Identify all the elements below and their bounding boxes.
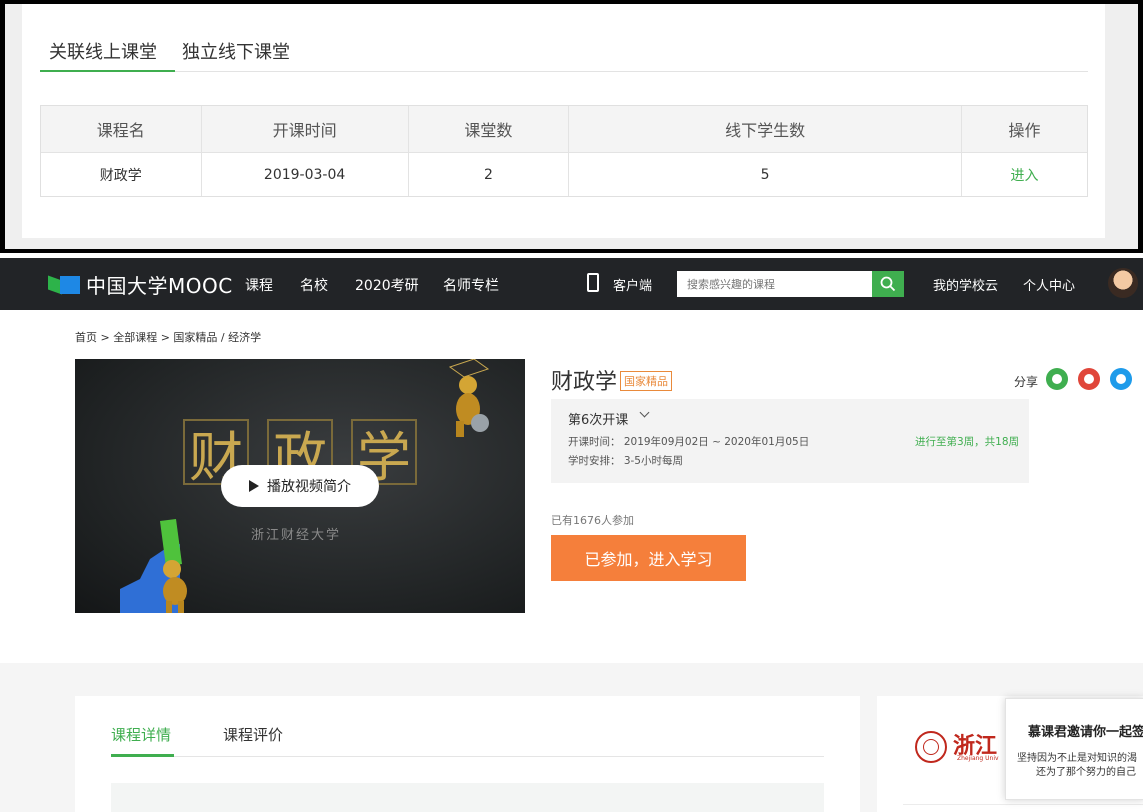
active-tab-indicator <box>40 70 175 72</box>
tab-divider <box>175 71 1088 72</box>
video-subtitle: 浙江财经大学 <box>251 528 342 543</box>
weibo-icon[interactable] <box>1078 368 1100 390</box>
course-detail-card: 课程详情 课程评价 <box>75 696 860 812</box>
term-start-time: 开课时间： 2019年09月02日 ~ 2020年01月05日 <box>568 436 810 448</box>
top-navbar: 中国大学MOOC 课程 名校 2020考研 名师专栏 客户端 我的学校云 个人中… <box>0 258 1143 310</box>
site-logo[interactable]: 中国大学MOOC <box>48 270 233 299</box>
term-progress: 进行至第3周，共18周 <box>914 436 1019 448</box>
invite-popup[interactable]: 慕课君邀请你一起签 坚持因为不止是对知识的渴 还为了那个努力的自己 <box>1005 698 1143 800</box>
invite-text: 还为了那个努力的自己 <box>1036 767 1136 778</box>
search-icon <box>880 276 896 292</box>
chart-figure-icon <box>120 519 187 613</box>
intro-video[interactable]: 财 政 学 浙江财经大学 播放视频简介 <box>75 359 525 613</box>
active-tab-indicator <box>111 754 174 757</box>
term-study-hours: 学时安排： 3-5小时每周 <box>568 455 683 467</box>
play-video-button[interactable]: 播放视频简介 <box>221 465 379 507</box>
nav-courses[interactable]: 课程 <box>245 275 273 295</box>
divider <box>903 804 1143 805</box>
tab-course-reviews[interactable]: 课程评价 <box>223 724 283 745</box>
header-action: 操作 <box>1008 121 1041 140</box>
detail-content <box>111 783 824 812</box>
enter-link[interactable]: 进入 <box>1011 165 1039 185</box>
chevron-down-icon[interactable] <box>639 407 650 418</box>
panel-background: 关联线上课堂 独立线下课堂 课程名 开课时间 课堂数 线下学生数 操作 财政学 … <box>5 4 1138 249</box>
search-button[interactable] <box>872 271 904 297</box>
tab-course-details[interactable]: 课程详情 <box>111 724 171 745</box>
search-input[interactable] <box>677 271 872 297</box>
invite-title: 慕课君邀请你一起签 <box>1028 725 1143 740</box>
course-table: 课程名 开课时间 课堂数 线下学生数 操作 财政学 2019-03-04 2 5… <box>40 105 1088 197</box>
course-hero: 首页 > 全部课程 > 国家精品 / 经济学 财 政 学 浙江财经大学 播放视频… <box>0 310 1143 663</box>
cell-course-name: 财政学 <box>41 153 202 196</box>
header-course-name: 课程名 <box>41 106 202 152</box>
graduate-figure-icon <box>448 359 490 437</box>
enrollment-count: 已有1676人参加 <box>551 514 634 527</box>
nav-personal-center[interactable]: 个人中心 <box>1023 275 1075 294</box>
school-english-name: Zhejiang Univ <box>957 755 999 762</box>
play-video-label: 播放视频简介 <box>267 479 351 495</box>
avatar[interactable] <box>1108 268 1138 298</box>
mooc-course-page: 中国大学MOOC 课程 名校 2020考研 名师专栏 客户端 我的学校云 个人中… <box>0 258 1143 812</box>
tab-independent-offline-class[interactable]: 独立线下课堂 <box>182 38 290 64</box>
play-icon <box>249 480 259 492</box>
header-offline-students: 线下学生数 <box>569 106 963 152</box>
header-class-count: 课堂数 <box>409 106 570 152</box>
cell-start-time: 2019-03-04 <box>202 153 409 196</box>
phone-icon <box>587 273 599 292</box>
tab-divider <box>111 756 824 757</box>
header-start-time: 开课时间 <box>202 106 409 152</box>
invite-text: 坚持因为不止是对知识的渴 <box>1017 753 1137 764</box>
logo-text: 中国大学MOOC <box>86 274 233 298</box>
table-header-row: 课程名 开课时间 课堂数 线下学生数 操作 <box>41 106 1087 153</box>
logo-icon <box>48 274 82 296</box>
course-list-card: 关联线上课堂 独立线下课堂 课程名 开课时间 课堂数 线下学生数 操作 财政学 … <box>22 4 1105 238</box>
cell-class-count: 2 <box>409 153 570 196</box>
nav-schools[interactable]: 名校 <box>300 275 328 295</box>
nav-client[interactable]: 客户端 <box>613 275 652 294</box>
wechat-icon[interactable] <box>1046 368 1068 390</box>
school-seal-icon[interactable] <box>915 731 947 763</box>
breadcrumb[interactable]: 首页 > 全部课程 > 国家精品 / 经济学 <box>75 329 261 345</box>
term-info-box: 第6次开课 开课时间： 2019年09月02日 ~ 2020年01月05日 学时… <box>551 399 1029 483</box>
course-title: 财政学 <box>551 370 618 395</box>
table-row: 财政学 2019-03-04 2 5 进入 <box>41 153 1087 196</box>
nav-teachers[interactable]: 名师专栏 <box>443 275 499 295</box>
qq-icon[interactable] <box>1110 368 1132 390</box>
course-list-panel: 关联线上课堂 独立线下课堂 课程名 开课时间 课堂数 线下学生数 操作 财政学 … <box>0 0 1143 253</box>
cell-offline-students: 5 <box>569 153 963 196</box>
tab-linked-online-class[interactable]: 关联线上课堂 <box>49 38 157 64</box>
term-select[interactable]: 第6次开课 <box>568 409 628 428</box>
nav-kaoyan[interactable]: 2020考研 <box>355 275 419 295</box>
share-label: 分享 <box>1014 375 1039 389</box>
cell-action: 进入 <box>962 153 1087 196</box>
enter-learning-button[interactable]: 已参加，进入学习 <box>551 535 746 581</box>
national-quality-badge: 国家精品 <box>620 371 672 391</box>
nav-my-school-cloud[interactable]: 我的学校云 <box>933 275 998 294</box>
